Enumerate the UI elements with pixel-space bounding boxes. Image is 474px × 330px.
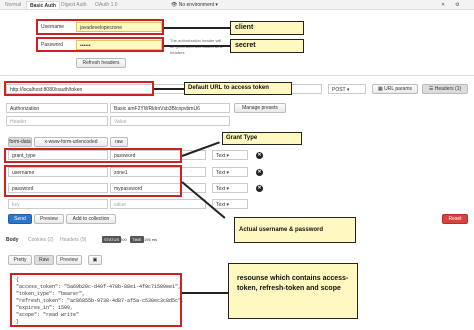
password-annotation-box <box>36 37 164 52</box>
remove-param-icon[interactable]: ✕ <box>256 169 263 176</box>
param-type-grant-type[interactable]: Text ▾ <box>212 150 248 160</box>
secret-arrow <box>164 45 230 47</box>
remove-param-icon[interactable]: ✕ <box>256 185 263 192</box>
response-line: "refresh_token": "ac86855b-9738-4d87-af5… <box>16 298 185 304</box>
username-annotation-box <box>36 19 164 35</box>
header-key-input[interactable]: Header <box>6 116 108 126</box>
param-type-username[interactable]: Text ▾ <box>212 167 248 177</box>
send-button[interactable]: Send <box>8 214 32 224</box>
status-value: 200 <box>120 237 127 242</box>
pretty-view-button[interactable]: Pretty <box>8 255 32 265</box>
tab-form-data[interactable]: form-data <box>8 137 32 147</box>
tab-response-headers[interactable]: Headers (9) <box>60 237 86 243</box>
time-value: 196 ms <box>144 237 158 242</box>
param-type-input[interactable]: Text ▾ <box>212 199 248 209</box>
response-body-box: { "access_token": "5a69b20c-d40f-478b-88… <box>10 273 185 327</box>
response-line: "access_token": "5a69b20c-d40f-478b-88e1… <box>16 284 182 290</box>
time-label-badge: TIME <box>130 236 144 243</box>
tab-digest-auth[interactable]: Digest Auth <box>58 1 90 9</box>
grant-type-annotation-box <box>4 148 182 163</box>
preview-view-button[interactable]: Preview <box>56 255 82 265</box>
refresh-headers-button[interactable]: Refresh headers <box>76 58 126 68</box>
param-value-input[interactable]: value <box>110 199 206 209</box>
add-to-collection-button[interactable]: Add to collection <box>66 214 116 224</box>
method-select[interactable]: POST ▾ <box>328 84 366 94</box>
client-arrow <box>164 27 230 29</box>
credentials-callout: Actual username & password <box>234 217 356 243</box>
tab-basic-auth[interactable]: Basic Auth <box>26 1 60 9</box>
settings-icon[interactable]: ✕ <box>438 1 448 9</box>
url-params-button[interactable]: ▦ URL params <box>372 84 418 94</box>
credentials-annotation-box <box>4 165 182 197</box>
default-url-callout: Default URL to access token <box>184 82 292 95</box>
param-key-input[interactable]: key <box>8 199 108 209</box>
response-line: "expires_in": 1599, <box>16 305 74 311</box>
preview-button[interactable]: Preview <box>34 214 64 224</box>
raw-view-button[interactable]: Raw <box>34 255 54 265</box>
resource-callout: resounse which contains access-token, re… <box>228 263 358 319</box>
auth-tab-strip: Normal Basic Auth Digest Auth OAuth 1.0 … <box>0 0 474 10</box>
param-type-password[interactable]: Text ▾ <box>212 183 248 193</box>
remove-param-icon[interactable]: ✕ <box>256 152 263 159</box>
response-line: } <box>16 319 20 325</box>
url-annotation-box <box>4 81 154 96</box>
environment-selector[interactable]: 👁 No environment ▾ <box>168 1 221 9</box>
auth-help-line-1: The authorization header will <box>170 38 222 43</box>
response-line: { <box>16 277 20 283</box>
tab-oauth[interactable]: OAuth 1.0 <box>92 1 121 9</box>
manage-presets-button[interactable]: Manage presets <box>234 103 286 113</box>
grant-type-callout: Grant Type <box>222 132 302 145</box>
client-callout: client <box>230 21 304 35</box>
wrap-icon[interactable]: ▣ <box>88 255 102 265</box>
tab-normal[interactable]: Normal <box>2 1 24 9</box>
secret-callout: secret <box>230 39 304 53</box>
header-value-input[interactable]: Value <box>110 116 230 126</box>
header-key-authorization[interactable]: Authorization <box>6 103 108 113</box>
headers-button[interactable]: ☰ Headers (1) <box>422 84 468 94</box>
gear-icon[interactable]: ⚙ <box>452 1 462 9</box>
resource-arrow <box>182 292 228 294</box>
auth-help-line-3: headers <box>170 50 185 55</box>
tab-response-body[interactable]: Body <box>6 237 19 243</box>
tab-urlencoded[interactable]: x-www-form-urlencoded <box>34 137 108 147</box>
section-divider <box>0 75 474 76</box>
response-line: "token_type": "bearer", <box>16 291 86 297</box>
tab-raw[interactable]: raw <box>110 137 128 147</box>
url-arrow <box>154 88 184 90</box>
response-line: "scope": "read write" <box>16 312 80 318</box>
status-label-badge: STATUS <box>102 236 122 243</box>
reset-button[interactable]: Reset <box>442 214 468 224</box>
header-value-authorization[interactable]: Basic amF2YWRldmVsb3BlcnpvbmU6 <box>110 103 230 113</box>
tab-response-cookies[interactable]: Cookies (2) <box>28 237 54 243</box>
eye-icon: 👁 <box>171 2 179 8</box>
